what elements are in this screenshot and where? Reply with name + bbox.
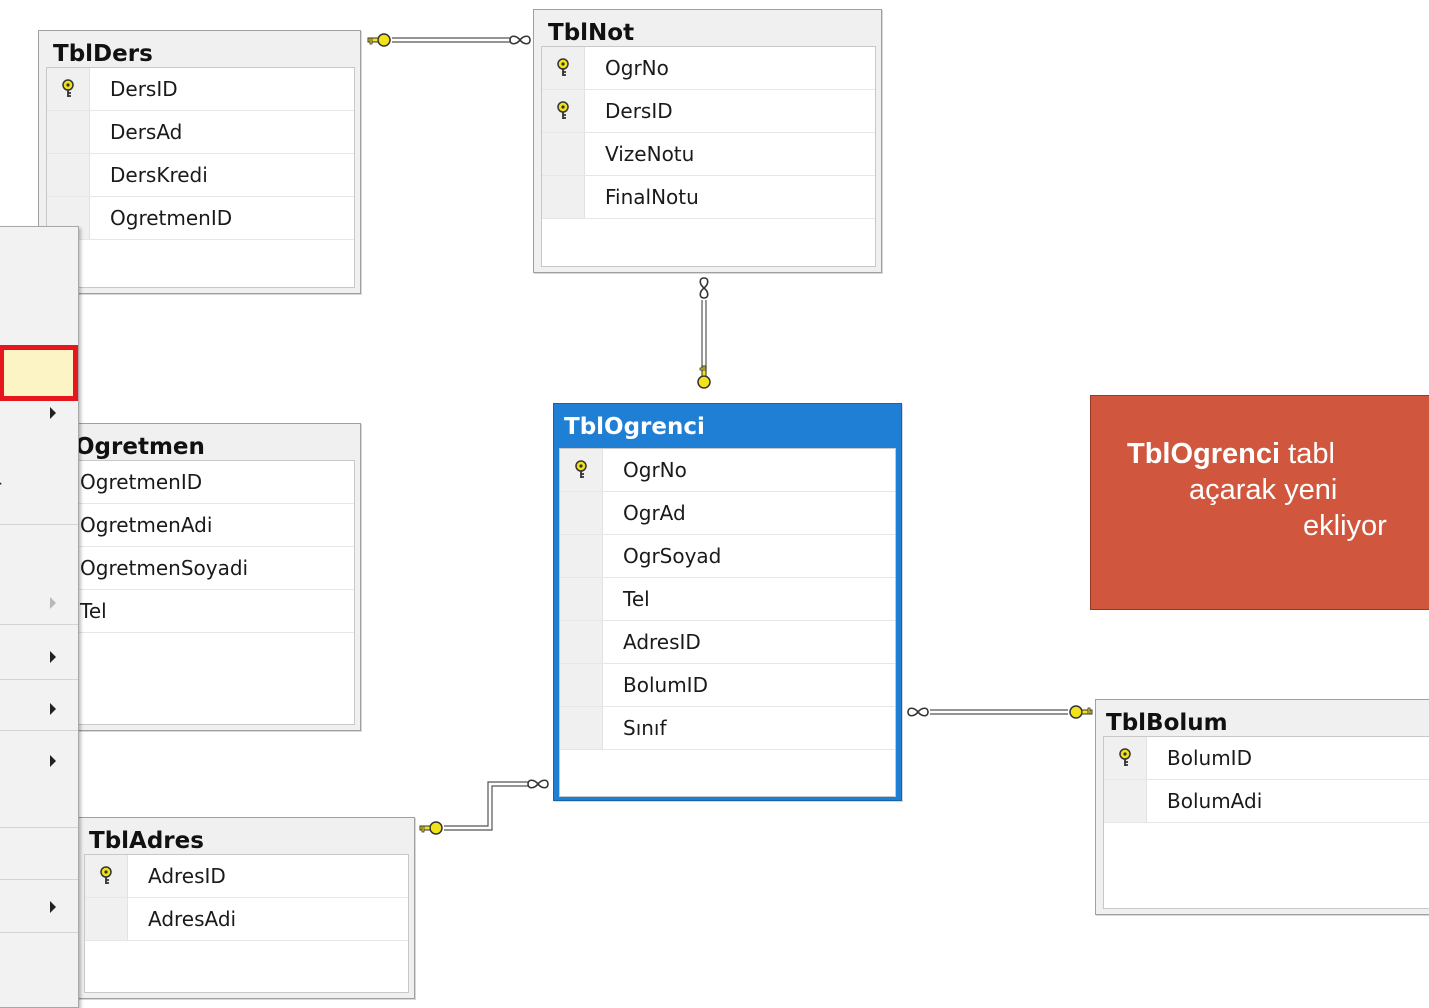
callout-line-2: açarak yeni: [1189, 474, 1338, 506]
menu-item-submenu[interactable]: [0, 401, 78, 451]
column-row[interactable]: BolumAdi: [1104, 780, 1429, 823]
column-name: AdresAdi: [148, 907, 237, 931]
menu-item-submenu[interactable]: [0, 887, 78, 927]
column-row[interactable]: AdresID: [85, 855, 408, 898]
menu-item[interactable]: r: [0, 469, 78, 509]
column-name: DersKredi: [110, 163, 208, 187]
column-name: OgretmenSoyadi: [80, 556, 249, 580]
table-columns: DersID DersAd DersKredi OgretmenID: [46, 67, 355, 288]
submenu-arrow-icon: [50, 901, 56, 913]
column-row[interactable]: BolumID: [1104, 737, 1429, 780]
column-name: Tel: [623, 587, 650, 611]
table-columns: OgrNo OgrAd OgrSoyad Tel AdresID BolumID…: [559, 448, 896, 797]
table-columns: OgrNo DersID VizeNotu FinalNotu: [541, 46, 876, 267]
column-row[interactable]: AdresID: [560, 621, 895, 664]
menu-item-submenu-disabled: [0, 583, 78, 623]
menu-item-label: r: [0, 477, 1, 497]
table-title[interactable]: TblDers: [39, 31, 360, 69]
menu-separator: [0, 879, 78, 880]
column-row[interactable]: OgrNo: [542, 47, 875, 90]
column-name: OgrSoyad: [623, 544, 722, 568]
column-name: OgretmenID: [110, 206, 233, 230]
column-row[interactable]: DersID: [542, 90, 875, 133]
column-row[interactable]: DersID: [47, 68, 354, 111]
column-name: DersAd: [110, 120, 183, 144]
relation-not-ogrenci[interactable]: [697, 277, 711, 389]
table-title[interactable]: TblAdres: [77, 818, 414, 856]
table-tbladres[interactable]: TblAdres AdresID AdresAdi: [76, 817, 415, 999]
submenu-arrow-icon: [50, 703, 56, 715]
column-row[interactable]: DersAd: [47, 111, 354, 154]
primary-key-icon: [542, 90, 585, 132]
table-tblders[interactable]: TblDers DersID DersAd DersKredi Ogretmen…: [38, 30, 361, 294]
column-name: BolumID: [623, 673, 708, 697]
menu-item-submenu[interactable]: [0, 689, 78, 729]
instruction-callout: TblOgrenci tabl açarak yeni ekliyor: [1090, 395, 1429, 610]
column-name: AdresID: [623, 630, 701, 654]
menu-separator: [0, 932, 78, 933]
relation-ders-not[interactable]: [367, 33, 531, 47]
column-row[interactable]: Tel: [560, 578, 895, 621]
callout-bold-text: TblOgrenci: [1127, 438, 1281, 470]
submenu-arrow-icon: [50, 407, 56, 419]
column-name: OgretmenAdi: [80, 513, 213, 537]
column-name: OgretmenID: [80, 470, 203, 494]
table-title[interactable]: TblNot: [534, 10, 881, 48]
callout-text: tabl: [1280, 438, 1335, 470]
primary-key-icon: [47, 68, 90, 110]
column-name: OgrNo: [605, 56, 669, 80]
menu-separator: [0, 624, 78, 625]
column-row[interactable]: OgretmenID: [47, 197, 354, 240]
table-columns: AdresID AdresAdi: [84, 854, 409, 993]
table-tblbolum[interactable]: TblBolum BolumID BolumAdi: [1095, 699, 1429, 915]
column-name: FinalNotu: [605, 185, 699, 209]
menu-item[interactable]: [0, 281, 78, 335]
submenu-arrow-icon: [50, 755, 56, 767]
column-row[interactable]: AdresAdi: [85, 898, 408, 941]
table-tblogrenci[interactable]: TblOgrenci OgrNo OgrAd OgrSoyad Tel Adre…: [553, 403, 902, 801]
column-name: BolumAdi: [1167, 789, 1263, 813]
submenu-arrow-icon: [50, 597, 56, 609]
column-row[interactable]: OgrAd: [560, 492, 895, 535]
column-name: DersID: [605, 99, 673, 123]
primary-key-icon: [560, 449, 603, 491]
column-name: AdresID: [148, 864, 226, 888]
menu-item[interactable]: [0, 227, 78, 281]
menu-separator: [0, 827, 78, 828]
column-row[interactable]: Sınıf: [560, 707, 895, 750]
column-row[interactable]: FinalNotu: [542, 176, 875, 219]
callout-line-1: TblOgrenci tabl: [1127, 436, 1335, 472]
column-name: VizeNotu: [605, 142, 695, 166]
menu-separator: [0, 679, 78, 680]
table-title[interactable]: TblOgrenci: [554, 404, 901, 442]
submenu-arrow-icon: [50, 651, 56, 663]
primary-key-icon: [1104, 737, 1147, 779]
menu-separator: [0, 524, 78, 525]
column-row[interactable]: BolumID: [560, 664, 895, 707]
column-name: BolumID: [1167, 746, 1252, 770]
primary-key-icon: [542, 47, 585, 89]
column-row[interactable]: VizeNotu: [542, 133, 875, 176]
primary-key-icon: [85, 855, 128, 897]
menu-item-submenu[interactable]: [0, 637, 78, 677]
menu-separator: [0, 730, 78, 731]
context-menu: r: [0, 226, 79, 1008]
table-tblnot[interactable]: TblNot OgrNo DersID VizeNotu FinalNotu: [533, 9, 882, 273]
menu-item-highlighted[interactable]: [0, 345, 78, 401]
table-title[interactable]: TblBolum: [1096, 700, 1429, 738]
column-name: OgrNo: [623, 458, 687, 482]
column-name: OgrAd: [623, 501, 686, 525]
column-name: DersID: [110, 77, 178, 101]
menu-item-submenu[interactable]: [0, 741, 78, 781]
relation-ogrenci-bolum[interactable]: [907, 705, 1093, 719]
callout-line-3: ekliyor: [1303, 510, 1387, 542]
column-name: Sınıf: [623, 716, 667, 740]
column-row[interactable]: OgrSoyad: [560, 535, 895, 578]
column-row[interactable]: OgrNo: [560, 449, 895, 492]
column-row[interactable]: DersKredi: [47, 154, 354, 197]
table-columns: BolumID BolumAdi: [1103, 736, 1429, 909]
relation-adres-ogrenci[interactable]: [419, 779, 549, 835]
